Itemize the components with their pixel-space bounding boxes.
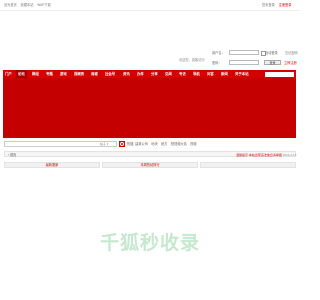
nav-item-game[interactable]: 游戏: [60, 70, 67, 78]
register-login-link[interactable]: 注册登录: [279, 3, 292, 7]
nav-item-press[interactable]: 新闻: [221, 70, 228, 78]
nav-item-guide[interactable]: 导航: [193, 70, 200, 78]
tab-links[interactable]: 友情: [200, 162, 296, 168]
site-logo-watermark: 千狐秒收录: [99, 232, 200, 254]
auto-login-label: 自动登录: [265, 51, 278, 55]
nav-item-about[interactable]: 关于本站: [235, 70, 249, 78]
hot-search-bar: 热搜: 建筑公司 地块 秘方 短视频大赛 视频: [127, 142, 199, 146]
nav-item-mall[interactable]: 商城: [91, 70, 98, 78]
nav-item-news[interactable]: 资讯: [123, 70, 130, 78]
top-links: 设为首页 收藏本站 WAP下载: [4, 3, 54, 7]
nav-item-seen[interactable]: 见闻: [165, 70, 172, 78]
set-homepage-link[interactable]: 设为首页: [4, 3, 17, 7]
main-nav: 门户 论坛 群组 专题 游戏 视频秀 商城 社会号 资讯 办件 分享 见闻 专访…: [3, 70, 296, 86]
hot-word[interactable]: 秘方: [161, 142, 167, 146]
top-account-links: 您未登录 注册登录: [262, 3, 294, 7]
nav-item-share[interactable]: 分享: [151, 70, 158, 78]
hot-word[interactable]: 地块: [151, 142, 157, 146]
register-link[interactable]: 立即注册: [284, 61, 297, 65]
hot-word[interactable]: 建筑公司: [135, 142, 148, 146]
search-icon[interactable]: [119, 141, 125, 147]
username-label: 用户名：: [212, 51, 225, 55]
nav-item-portal[interactable]: 门户: [5, 70, 12, 78]
top-bar: 设为首页 收藏本站 WAP下载 您未登录 注册登录: [0, 0, 300, 11]
wap-download-link[interactable]: WAP下载: [37, 3, 51, 7]
hot-search-label: 热搜:: [127, 142, 135, 146]
notice-text: 温馨提示:本站出现违法信息请举报 2024-2-16: [236, 153, 296, 157]
nav-item-qa[interactable]: 问答: [207, 70, 214, 78]
hot-word[interactable]: 视频: [190, 142, 196, 146]
nav-item-group[interactable]: 群组: [32, 70, 39, 78]
login-button[interactable]: 登录: [264, 59, 281, 65]
nav-item-interview[interactable]: 专访: [179, 70, 186, 78]
nav-item-social[interactable]: 社会号: [105, 70, 115, 78]
password-input[interactable]: [229, 60, 259, 65]
login-status: 您未登录: [262, 3, 275, 7]
breadcrumb-home[interactable]: › 首页: [8, 153, 16, 157]
nav-item-video[interactable]: 视频秀: [74, 70, 84, 78]
nav-item-topic[interactable]: 专题: [46, 70, 53, 78]
notice-message: 温馨提示:本站出现违法信息请举报: [236, 153, 282, 157]
forgot-password-link[interactable]: 忘记密码: [285, 51, 298, 55]
header-banner: [3, 78, 296, 138]
bookmark-link[interactable]: 收藏本站: [21, 3, 34, 7]
nav-item-service[interactable]: 办件: [137, 70, 144, 78]
nav-item-forum[interactable]: 论坛: [16, 70, 27, 78]
nav-search-box[interactable]: 站内搜索: [265, 71, 294, 86]
username-input[interactable]: [229, 50, 259, 55]
password-label: 密码：: [212, 61, 222, 65]
notice-time: 2024-2-16: [282, 153, 297, 157]
welcome-text: 欢迎您，游客访问: [179, 58, 205, 62]
search-type-select[interactable]: 帖子 ▾: [100, 142, 108, 146]
tab-weekly-hot[interactable]: 本周热帖排行: [102, 162, 198, 168]
tab-latest[interactable]: 最新更新: [4, 162, 100, 168]
hot-word[interactable]: 短视频大赛: [171, 142, 187, 146]
